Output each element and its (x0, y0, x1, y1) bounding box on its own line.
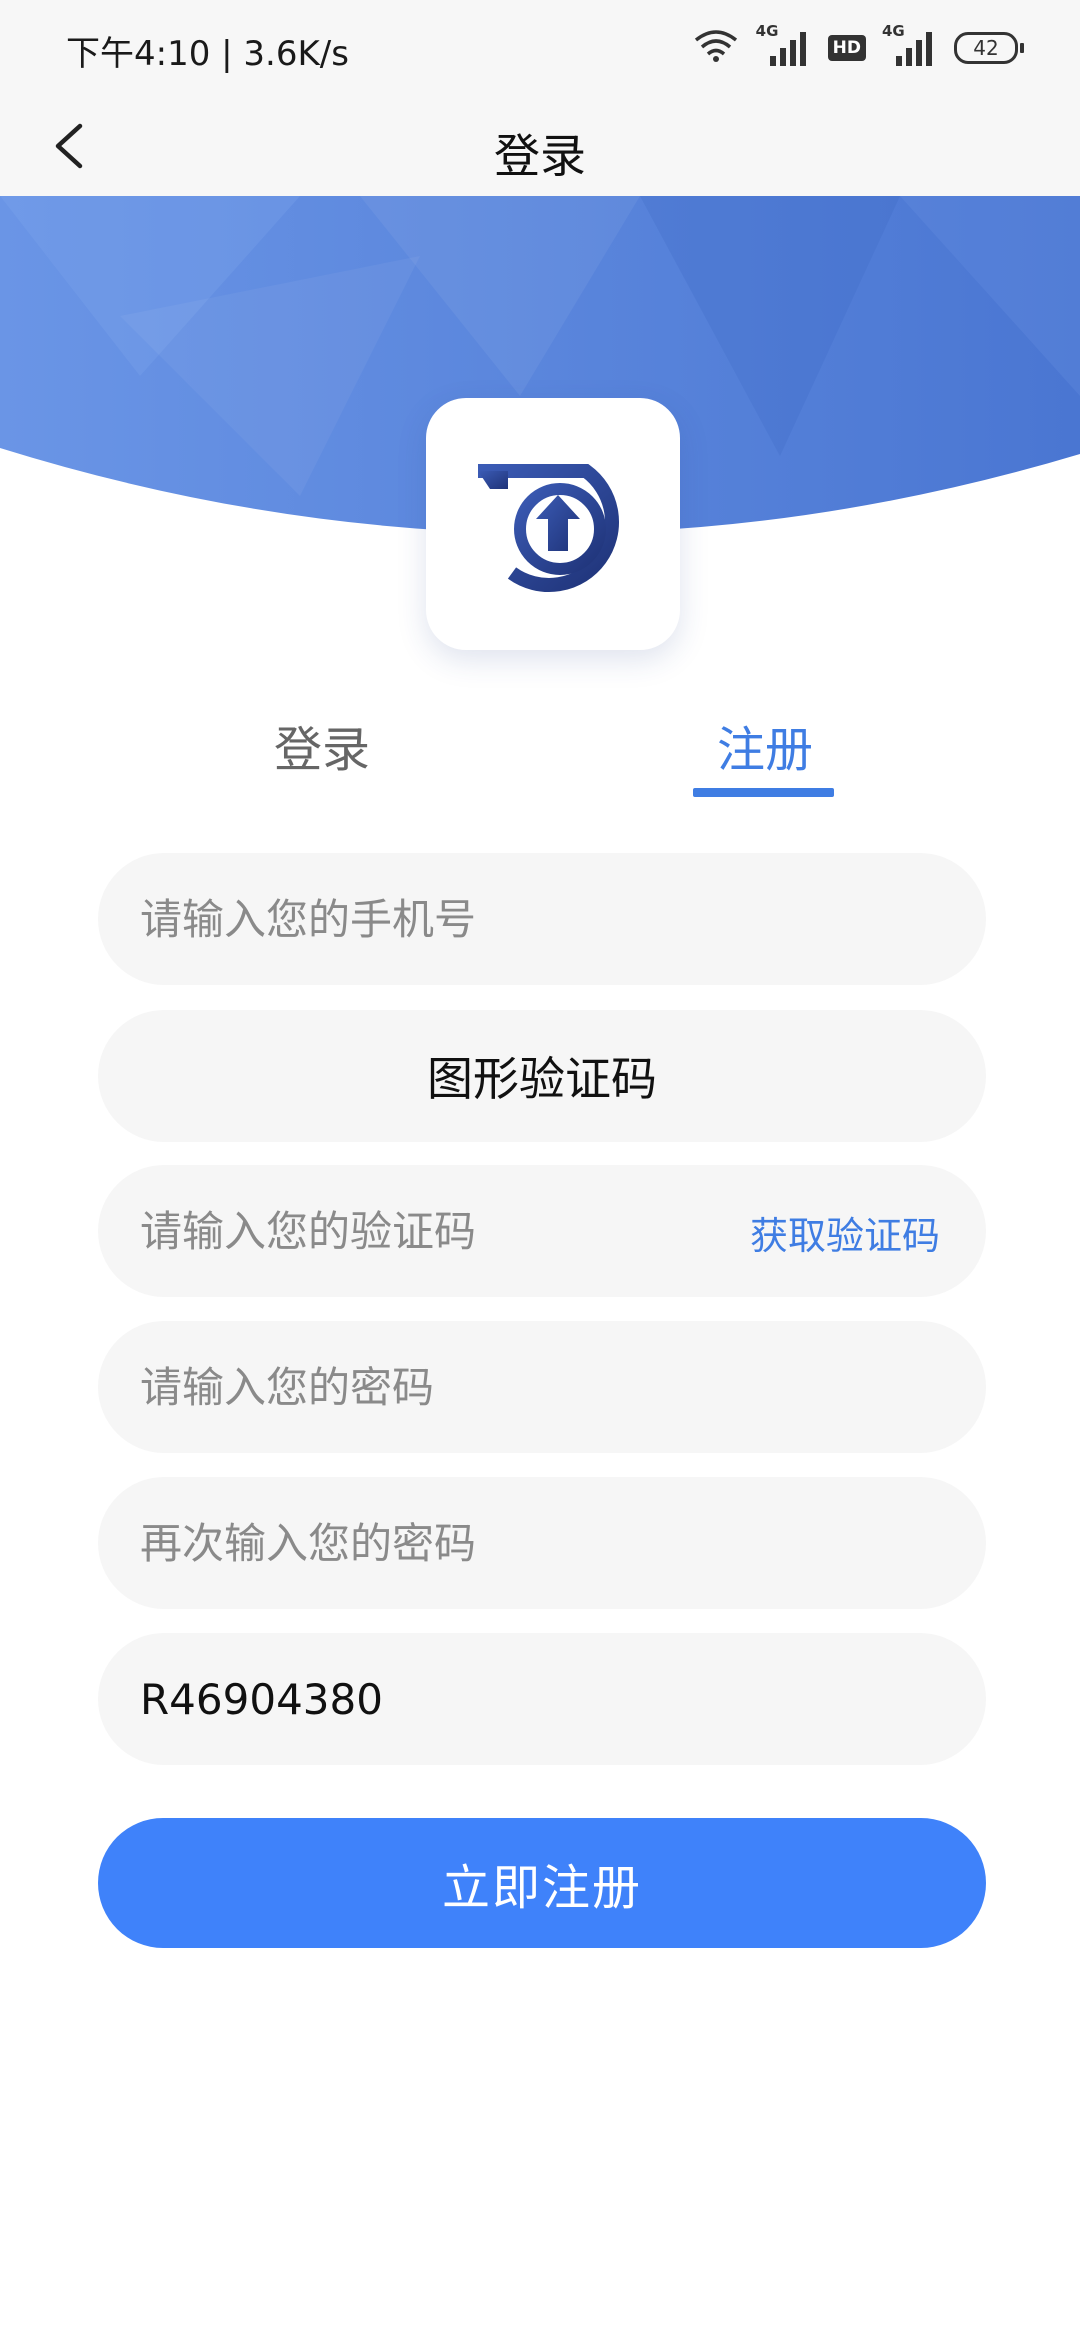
wifi-icon (692, 28, 740, 68)
status-bar: 下午4:10 | 3.6K/s 4G HD 4G 42 (0, 0, 1080, 96)
page-title: 登录 (494, 129, 586, 183)
signal-icon: 4G (756, 22, 812, 68)
auth-tabs: 登录 注册 (0, 700, 1080, 810)
phone-field (98, 853, 986, 985)
battery-tip (1020, 43, 1024, 53)
password-input[interactable] (138, 1361, 946, 1413)
invite-code-field (98, 1633, 986, 1765)
phone-input[interactable] (138, 893, 946, 945)
captcha-field[interactable]: 图形验证码 (98, 1010, 986, 1142)
hd-badge: HD (827, 35, 866, 61)
tab-register[interactable]: 注册 (717, 710, 813, 780)
invite-code-input[interactable] (138, 1673, 946, 1725)
app-logo-card (426, 398, 680, 650)
captcha-label: 图形验证码 (427, 1052, 657, 1106)
sms-code-field: 获取验证码 (98, 1165, 986, 1297)
password-field (98, 1321, 986, 1453)
status-time: 下午4:10 | 3.6K/s (66, 34, 349, 74)
register-button[interactable]: 立即注册 (98, 1818, 986, 1948)
battery-level: 42 (954, 32, 1018, 64)
get-code-button[interactable]: 获取验证码 (750, 1205, 940, 1260)
status-icons: 4G HD 4G 42 (692, 22, 1024, 70)
hd-badge-label: HD (832, 38, 861, 58)
sms-code-input[interactable] (138, 1205, 722, 1257)
active-tab-indicator (693, 788, 834, 797)
password-confirm-field (98, 1477, 986, 1609)
nav-bar: 登录 (0, 96, 1080, 196)
tab-login[interactable]: 登录 (274, 710, 370, 780)
password-confirm-input[interactable] (138, 1517, 946, 1569)
signal-icon-2: 4G (882, 22, 938, 68)
battery-icon: 42 (954, 32, 1024, 64)
app-logo-icon (478, 464, 619, 592)
